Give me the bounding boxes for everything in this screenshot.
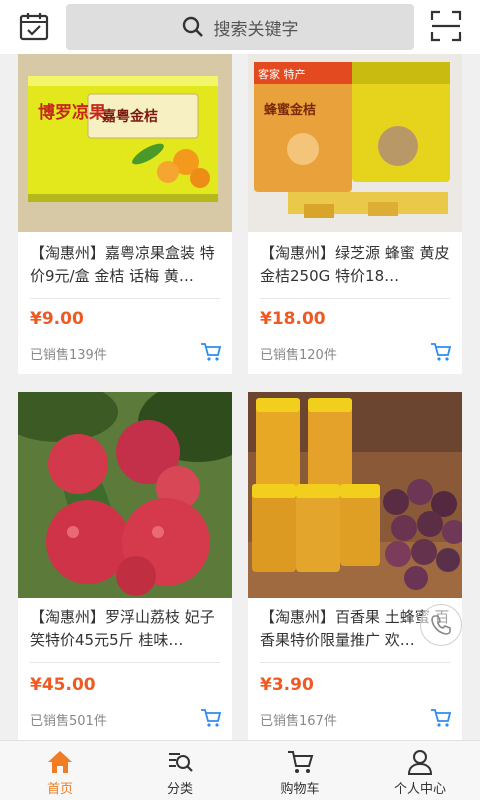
sold-count: 已销售120件: [260, 348, 337, 363]
top-bar: 搜索关键字: [0, 0, 480, 54]
search-icon: [182, 16, 203, 37]
product-card[interactable]: 【淘惠州】百香果 土蜂蜜 百香果特价限量推广 欢… ¥3.90 已销售167件: [248, 392, 462, 740]
sold-count: 已销售139件: [30, 348, 107, 363]
product-price: ¥18.00: [260, 309, 326, 329]
svg-text:博罗凉果: 博罗凉果: [38, 102, 106, 123]
add-to-cart-icon[interactable]: [430, 342, 452, 362]
svg-text:嘉粤金桔: 嘉粤金桔: [101, 108, 158, 125]
sold-count: 已销售501件: [30, 714, 107, 729]
add-to-cart-icon[interactable]: [200, 708, 222, 728]
product-price: ¥45.00: [30, 675, 96, 695]
product-image[interactable]: 客家 特产 蜂蜜金桔: [248, 54, 462, 232]
product-price: ¥3.90: [260, 675, 314, 695]
product-image[interactable]: [248, 392, 462, 598]
divider: [260, 298, 450, 299]
divider: [260, 662, 450, 663]
checkin-calendar-icon[interactable]: [16, 8, 52, 44]
product-image[interactable]: [18, 392, 232, 598]
home-icon: [48, 751, 72, 773]
svg-text:客家 特产: 客家 特产: [258, 67, 306, 81]
svg-text:蜂蜜金桔: 蜂蜜金桔: [264, 102, 316, 118]
tab-label: 个人中心: [393, 782, 446, 797]
sold-count: 已销售167件: [260, 714, 337, 729]
tab-cart[interactable]: 购物车: [240, 741, 360, 800]
product-grid: 博罗凉果 嘉粤金桔 【淘惠州】嘉粤凉果盒装 特价9元/盒 金桔 话梅 黄… ¥9…: [0, 54, 480, 740]
add-to-cart-icon[interactable]: [430, 708, 452, 728]
tab-home[interactable]: 首页: [0, 741, 120, 800]
tab-profile[interactable]: 个人中心: [360, 741, 480, 800]
divider: [30, 662, 220, 663]
product-card[interactable]: 【淘惠州】罗浮山荔枝 妃子笑特价45元5斤 桂味… ¥45.00 已销售501件: [18, 392, 232, 740]
product-price: ¥9.00: [30, 309, 84, 329]
customer-service-button[interactable]: [420, 604, 462, 646]
cart-icon: [288, 751, 314, 773]
search-placeholder: 搜索关键字: [213, 19, 299, 40]
tab-label: 分类: [166, 782, 193, 797]
bottom-tab-bar: 首页 分类 购物车 个人中心: [0, 740, 480, 800]
divider: [30, 298, 220, 299]
scan-icon[interactable]: [428, 8, 464, 44]
user-icon: [407, 750, 433, 775]
tab-category[interactable]: 分类: [120, 741, 240, 800]
add-to-cart-icon[interactable]: [200, 342, 222, 362]
product-card[interactable]: 客家 特产 蜂蜜金桔 【淘惠州】绿芝源 蜂蜜 黄皮金桔250G 特价18… ¥1…: [248, 54, 462, 374]
product-title[interactable]: 【淘惠州】嘉粤凉果盒装 特价9元/盒 金桔 话梅 黄…: [30, 242, 222, 288]
product-image[interactable]: 博罗凉果 嘉粤金桔: [18, 54, 232, 232]
product-card[interactable]: 博罗凉果 嘉粤金桔 【淘惠州】嘉粤凉果盒装 特价9元/盒 金桔 话梅 黄… ¥9…: [18, 54, 232, 374]
search-bar[interactable]: 搜索关键字: [66, 4, 414, 50]
phone-icon: [431, 615, 451, 635]
tab-label: 购物车: [280, 782, 320, 797]
product-title[interactable]: 【淘惠州】罗浮山荔枝 妃子笑特价45元5斤 桂味…: [30, 606, 222, 652]
category-search-icon: [169, 753, 193, 772]
tab-label: 首页: [46, 782, 73, 797]
product-title[interactable]: 【淘惠州】绿芝源 蜂蜜 黄皮金桔250G 特价18…: [260, 242, 452, 288]
